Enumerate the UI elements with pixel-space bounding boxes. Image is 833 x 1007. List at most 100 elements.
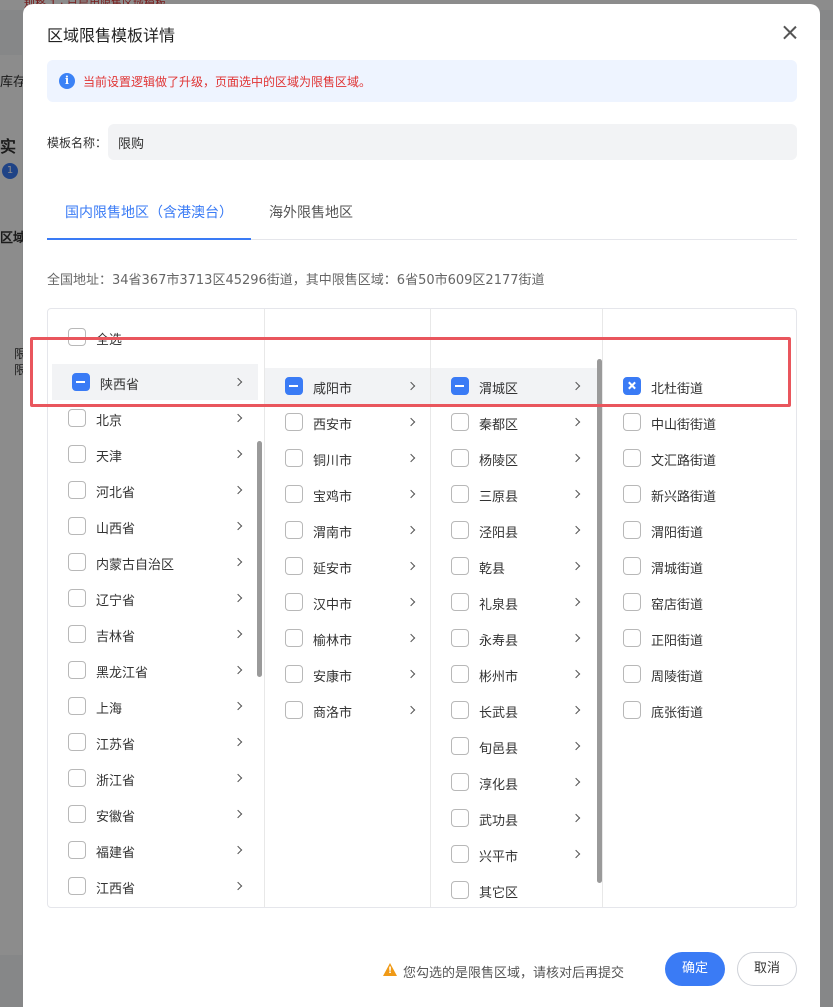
district-checkbox[interactable]: [451, 845, 469, 863]
list-item-district[interactable]: 兴平市: [431, 836, 602, 872]
street-column[interactable]: 北杜街道 中山街街道 文汇路街道 新兴路街道 渭阳街道 渭城街道 窑店街道 正阳…: [602, 309, 796, 907]
street-checkbox[interactable]: [623, 593, 641, 611]
district-checkbox[interactable]: [451, 485, 469, 503]
list-item-city[interactable]: 安康市: [265, 656, 430, 692]
list-item-district[interactable]: 杨陵区: [431, 440, 602, 476]
list-item-province[interactable]: 江西省: [48, 868, 264, 904]
province-column[interactable]: 全选 陕西省 北京 天津 河北省 山西省 内蒙古自治区 辽宁省 吉林省 黑龙江省…: [48, 309, 264, 907]
list-item-city[interactable]: 榆林市: [265, 620, 430, 656]
district-checkbox[interactable]: [451, 521, 469, 539]
list-item-district[interactable]: 礼泉县: [431, 584, 602, 620]
list-item-street[interactable]: 文汇路街道: [603, 440, 796, 476]
district-checkbox[interactable]: [451, 413, 469, 431]
city-checkbox[interactable]: [285, 665, 303, 683]
list-item-district[interactable]: 永寿县: [431, 620, 602, 656]
list-item-province[interactable]: 辽宁省: [48, 580, 264, 616]
district-checkbox[interactable]: [451, 881, 469, 899]
city-checkbox[interactable]: [285, 629, 303, 647]
list-item-province[interactable]: 陕西省: [52, 364, 258, 400]
district-checkbox[interactable]: [451, 377, 469, 395]
province-checkbox[interactable]: [68, 625, 86, 643]
city-checkbox[interactable]: [285, 485, 303, 503]
street-checkbox[interactable]: [623, 629, 641, 647]
list-item-street[interactable]: 中山街街道: [603, 404, 796, 440]
list-item-province[interactable]: 北京: [48, 400, 264, 436]
list-item-province[interactable]: 山西省: [48, 508, 264, 544]
city-checkbox[interactable]: [285, 593, 303, 611]
list-item-city[interactable]: 延安市: [265, 548, 430, 584]
list-item-district[interactable]: 其它区: [431, 872, 602, 907]
close-icon[interactable]: [779, 22, 801, 44]
select-all-checkbox[interactable]: [68, 328, 86, 346]
city-checkbox[interactable]: [285, 413, 303, 431]
city-checkbox[interactable]: [285, 449, 303, 467]
district-checkbox[interactable]: [451, 665, 469, 683]
list-item-district[interactable]: 乾县: [431, 548, 602, 584]
select-all-row[interactable]: 全选: [48, 319, 264, 355]
street-checkbox[interactable]: [623, 521, 641, 539]
province-checkbox[interactable]: [68, 589, 86, 607]
district-checkbox[interactable]: [451, 593, 469, 611]
list-item-province[interactable]: 安徽省: [48, 796, 264, 832]
confirm-button[interactable]: 确定: [665, 952, 725, 986]
list-item-province[interactable]: 黑龙江省: [48, 652, 264, 688]
list-item-street[interactable]: 渭城街道: [603, 548, 796, 584]
list-item-city[interactable]: 渭南市: [265, 512, 430, 548]
province-checkbox[interactable]: [68, 553, 86, 571]
street-checkbox[interactable]: [623, 377, 641, 395]
street-checkbox[interactable]: [623, 449, 641, 467]
list-item-district[interactable]: 淳化县: [431, 764, 602, 800]
city-checkbox[interactable]: [285, 521, 303, 539]
list-item-street[interactable]: 底张街道: [603, 692, 796, 728]
city-checkbox[interactable]: [285, 557, 303, 575]
province-checkbox[interactable]: [68, 409, 86, 427]
city-column[interactable]: 咸阳市 西安市 铜川市 宝鸡市 渭南市 延安市 汉中市 榆林市 安康市 商洛市: [264, 309, 430, 907]
list-item-city[interactable]: 咸阳市: [265, 368, 430, 404]
list-item-district[interactable]: 长武县: [431, 692, 602, 728]
province-checkbox[interactable]: [68, 697, 86, 715]
district-checkbox[interactable]: [451, 629, 469, 647]
province-checkbox[interactable]: [68, 841, 86, 859]
list-item-city[interactable]: 汉中市: [265, 584, 430, 620]
street-checkbox[interactable]: [623, 485, 641, 503]
city-checkbox[interactable]: [285, 701, 303, 719]
province-checkbox[interactable]: [68, 481, 86, 499]
district-checkbox[interactable]: [451, 449, 469, 467]
list-item-city[interactable]: 商洛市: [265, 692, 430, 728]
list-item-province[interactable]: 上海: [48, 688, 264, 724]
list-item-city[interactable]: 宝鸡市: [265, 476, 430, 512]
province-checkbox[interactable]: [68, 517, 86, 535]
list-item-district[interactable]: 旬邑县: [431, 728, 602, 764]
cancel-button[interactable]: 取消: [737, 952, 797, 986]
district-checkbox[interactable]: [451, 737, 469, 755]
list-item-street[interactable]: 北杜街道: [603, 368, 796, 404]
list-item-district[interactable]: 渭城区: [431, 368, 602, 404]
province-checkbox[interactable]: [68, 445, 86, 463]
street-checkbox[interactable]: [623, 701, 641, 719]
list-item-province[interactable]: 福建省: [48, 832, 264, 868]
list-item-street[interactable]: 周陵街道: [603, 656, 796, 692]
list-item-province[interactable]: 内蒙古自治区: [48, 544, 264, 580]
province-checkbox[interactable]: [68, 733, 86, 751]
list-item-district[interactable]: 泾阳县: [431, 512, 602, 548]
district-checkbox[interactable]: [451, 773, 469, 791]
list-item-street[interactable]: 正阳街道: [603, 620, 796, 656]
street-checkbox[interactable]: [623, 665, 641, 683]
list-item-district[interactable]: 秦都区: [431, 404, 602, 440]
list-item-province[interactable]: 吉林省: [48, 616, 264, 652]
tab-overseas[interactable]: 海外限售地区: [269, 202, 353, 222]
street-checkbox[interactable]: [623, 557, 641, 575]
tab-domestic[interactable]: 国内限售地区（含港澳台）: [65, 202, 233, 222]
province-scrollbar[interactable]: [257, 441, 262, 677]
list-item-province[interactable]: 天津: [48, 436, 264, 472]
template-name-input[interactable]: [108, 124, 797, 160]
district-checkbox[interactable]: [451, 557, 469, 575]
list-item-city[interactable]: 铜川市: [265, 440, 430, 476]
list-item-street[interactable]: 渭阳街道: [603, 512, 796, 548]
list-item-province[interactable]: 江苏省: [48, 724, 264, 760]
list-item-city[interactable]: 西安市: [265, 404, 430, 440]
list-item-street[interactable]: 新兴路街道: [603, 476, 796, 512]
list-item-district[interactable]: 武功县: [431, 800, 602, 836]
province-checkbox[interactable]: [68, 661, 86, 679]
list-item-province[interactable]: 浙江省: [48, 760, 264, 796]
